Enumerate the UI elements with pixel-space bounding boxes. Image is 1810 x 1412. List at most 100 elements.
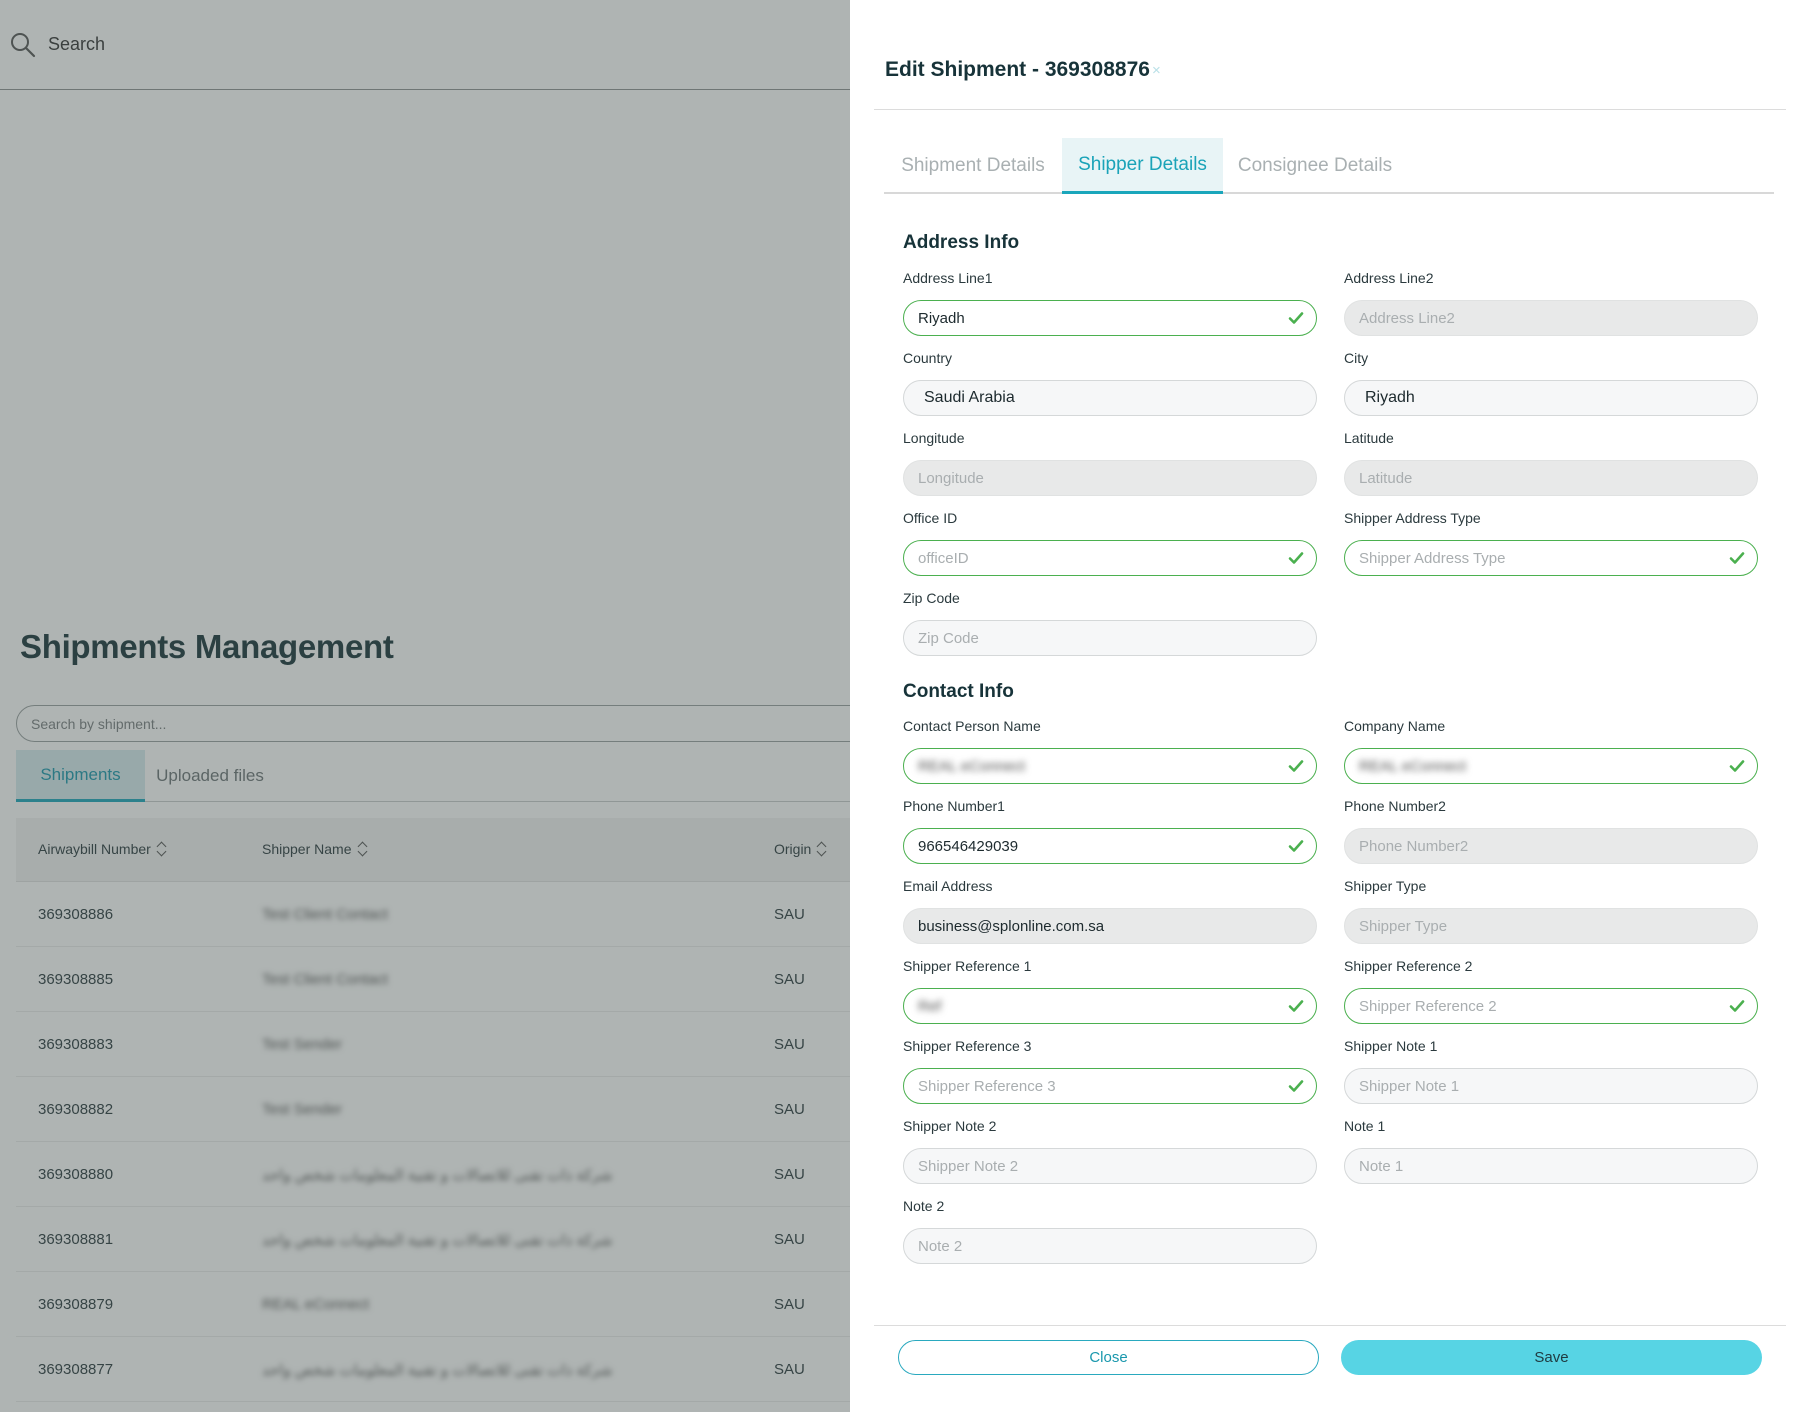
field-label: Shipper Note 2 [903, 1118, 997, 1134]
input-value: Saudi Arabia [924, 389, 1015, 406]
shipper-note-1-field: Shipper Note 1 Shipper Note 1 [1344, 1038, 1758, 1104]
input-placeholder: Address Line2 [1359, 309, 1455, 327]
save-button[interactable]: Save [1341, 1340, 1762, 1375]
input-placeholder: Longitude [918, 469, 984, 487]
address-info-title: Address Info [903, 232, 1020, 253]
field-label: Note 2 [903, 1198, 945, 1214]
field-label: Shipper Reference 3 [903, 1038, 1032, 1054]
shipper-type-field: Shipper Type Shipper Type [1344, 878, 1758, 944]
input-placeholder: Note 2 [918, 1237, 963, 1255]
company-name-field: Company Name REAL eConnect [1344, 718, 1758, 784]
shipper-reference-1-field: Shipper Reference 1 Ref [903, 958, 1317, 1024]
field-label: Note 1 [1344, 1118, 1386, 1134]
office-id-input[interactable]: officeID [903, 540, 1317, 576]
office-id-field: Office ID officeID [903, 510, 1317, 576]
close-icon[interactable]: × [1152, 62, 1161, 79]
field-label: Address Line2 [1344, 270, 1434, 286]
phone-number1-input[interactable]: 966546429039 [903, 828, 1317, 864]
input-placeholder: Zip Code [918, 629, 979, 647]
input-placeholder: Shipper Reference 2 [1359, 997, 1497, 1015]
note-2-field: Note 2 Note 2 [903, 1198, 1317, 1264]
zip-code-input[interactable]: Zip Code [903, 620, 1317, 656]
shipper-note-2-input[interactable]: Shipper Note 2 [903, 1148, 1317, 1184]
field-label: City [1344, 350, 1369, 366]
drawer-title-text: Edit Shipment - 369308876 [885, 58, 1150, 81]
input-value: 966546429039 [918, 837, 1019, 855]
contact-person-name-field: Contact Person Name REAL eConnect [903, 718, 1317, 784]
address-line1-input[interactable]: Riyadh [903, 300, 1317, 336]
input-placeholder: Phone Number2 [1359, 837, 1469, 855]
shipper-type-input[interactable]: Shipper Type [1344, 908, 1758, 944]
field-label: Longitude [903, 430, 965, 446]
field-label: Email Address [903, 878, 993, 894]
note-2-input[interactable]: Note 2 [903, 1228, 1317, 1264]
field-label: Company Name [1344, 718, 1446, 734]
contact-person-name-input[interactable]: REAL eConnect [903, 748, 1317, 784]
input-value: REAL eConnect [1359, 757, 1467, 775]
shipper-reference-3-field: Shipper Reference 3 Shipper Reference 3 [903, 1038, 1317, 1104]
longitude-input[interactable]: Longitude [903, 460, 1317, 496]
drawer-tabs: Shipment Details Shipper Details Consign… [884, 138, 1774, 194]
city-input[interactable]: Riyadh [1344, 380, 1758, 416]
field-label: Shipper Address Type [1344, 510, 1481, 526]
phone-number1-field: Phone Number1 966546429039 [903, 798, 1317, 864]
input-placeholder: Shipper Note 2 [918, 1157, 1019, 1175]
address-line2-field: Address Line2 Address Line2 [1344, 270, 1758, 336]
contact-info-title: Contact Info [903, 681, 1014, 702]
close-button[interactable]: Close [898, 1340, 1319, 1375]
company-name-input[interactable]: REAL eConnect [1344, 748, 1758, 784]
shipper-reference-3-input[interactable]: Shipper Reference 3 [903, 1068, 1317, 1104]
check-icon [1729, 1000, 1745, 1012]
tab-shipment-details[interactable]: Shipment Details [884, 138, 1062, 194]
input-placeholder: Shipper Note 1 [1359, 1077, 1460, 1095]
address-line2-input[interactable]: Address Line2 [1344, 300, 1758, 336]
field-label: Office ID [903, 510, 958, 526]
divider [874, 109, 1786, 110]
check-icon [1288, 760, 1304, 772]
field-label: Shipper Type [1344, 878, 1427, 894]
shipper-address-type-input[interactable]: Shipper Address Type [1344, 540, 1758, 576]
field-label: Contact Person Name [903, 718, 1041, 734]
address-line1-field: Address Line1 Riyadh [903, 270, 1317, 336]
field-label: Phone Number1 [903, 798, 1005, 814]
check-icon [1729, 552, 1745, 564]
tab-shipper-details[interactable]: Shipper Details [1062, 138, 1223, 194]
latitude-input[interactable]: Latitude [1344, 460, 1758, 496]
shipper-reference-2-input[interactable]: Shipper Reference 2 [1344, 988, 1758, 1024]
input-value: Riyadh [1365, 389, 1415, 406]
check-icon [1288, 1080, 1304, 1092]
field-label: Latitude [1344, 430, 1394, 446]
city-field: City Riyadh [1344, 350, 1758, 416]
drawer-title: Edit Shipment - 369308876 × [885, 58, 1161, 82]
field-label: Address Line1 [903, 270, 993, 286]
email-address-field: Email Address business@splonline.com.sa [903, 878, 1317, 944]
input-value: Riyadh [918, 309, 965, 327]
shipper-note-2-field: Shipper Note 2 Shipper Note 2 [903, 1118, 1317, 1184]
input-placeholder: Shipper Address Type [1359, 549, 1506, 567]
email-address-input[interactable]: business@splonline.com.sa [903, 908, 1317, 944]
field-label: Shipper Note 1 [1344, 1038, 1438, 1054]
field-label: Country [903, 350, 953, 366]
modal-backdrop[interactable] [0, 0, 850, 1412]
phone-number2-input[interactable]: Phone Number2 [1344, 828, 1758, 864]
input-placeholder: officeID [918, 549, 969, 567]
country-field: Country Saudi Arabia [903, 350, 1317, 416]
check-icon [1288, 552, 1304, 564]
input-placeholder: Note 1 [1359, 1157, 1404, 1175]
input-placeholder: Latitude [1359, 469, 1413, 487]
longitude-field: Longitude Longitude [903, 430, 1317, 496]
check-icon [1288, 312, 1304, 324]
phone-number2-field: Phone Number2 Phone Number2 [1344, 798, 1758, 864]
edit-shipment-drawer: Edit Shipment - 369308876 × Shipment Det… [850, 0, 1810, 1412]
check-icon [1729, 760, 1745, 772]
input-value: Ref [918, 997, 942, 1015]
tab-consignee-details[interactable]: Consignee Details [1223, 138, 1407, 194]
field-label: Shipper Reference 1 [903, 958, 1032, 974]
field-label: Shipper Reference 2 [1344, 958, 1473, 974]
shipper-reference-1-input[interactable]: Ref [903, 988, 1317, 1024]
note-1-input[interactable]: Note 1 [1344, 1148, 1758, 1184]
field-label: Phone Number2 [1344, 798, 1446, 814]
input-value: REAL eConnect [918, 757, 1026, 775]
country-input[interactable]: Saudi Arabia [903, 380, 1317, 416]
shipper-note-1-input[interactable]: Shipper Note 1 [1344, 1068, 1758, 1104]
